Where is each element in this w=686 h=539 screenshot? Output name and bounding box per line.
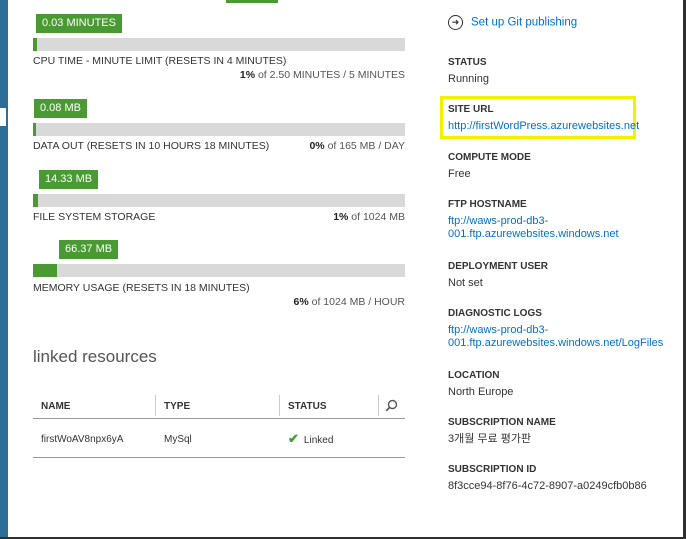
metric-cpu-time: 0.03 MINUTES CPU TIME - MINUTE LIMIT (RE… (33, 14, 405, 84)
column-header-status[interactable]: STATUS (288, 401, 327, 412)
property-deployment-user: DEPLOYMENT USER Not set (448, 261, 548, 290)
column-divider (155, 395, 156, 416)
property-key: SUBSCRIPTION NAME (448, 417, 556, 428)
metric-cpu-qualifier: (RESETS IN 4 MINUTES) (165, 55, 287, 67)
column-divider (378, 395, 379, 416)
metric-storage-label: FILE SYSTEM STORAGE (33, 211, 155, 223)
metric-memory-track (33, 264, 405, 277)
metric-storage-percent: 1% (333, 211, 349, 223)
metric-data-label-text: DATA OUT (33, 140, 84, 152)
metric-file-storage: 14.33 MB FILE SYSTEM STORAGE 1% of 1024 … (33, 170, 405, 230)
ftp-hostname-line-2: 001.ftp.azurewebsites.windows.net (448, 228, 619, 240)
property-compute-mode: COMPUTE MODE Free (448, 152, 531, 181)
linked-resources-title: linked resources (33, 347, 157, 366)
column-header-type[interactable]: TYPE (164, 401, 190, 412)
table-header: NAME TYPE STATUS (33, 393, 405, 419)
metric-data-bubble: 0.08 MB (34, 99, 87, 118)
site-url-link[interactable]: http://firstWordPress.azurewebsites.net (448, 120, 639, 133)
metric-data-percent: 0% (309, 140, 325, 152)
metric-data-track (33, 123, 405, 136)
arrow-right-circle-icon: ➜ (448, 15, 463, 30)
metric-memory-label-text: MEMORY USAGE (33, 282, 120, 294)
metric-cpu-bubble: 0.03 MINUTES (36, 14, 122, 33)
metric-cpu-label-text: CPU TIME - MINUTE LIMIT (33, 55, 163, 67)
metric-cpu-percent: 1% (239, 69, 256, 81)
property-value: North Europe (448, 386, 514, 398)
diagnostic-logs-line-1: ftp://waws-prod-db3- (448, 324, 549, 336)
row-name: firstWoAV8npx6yA (41, 434, 124, 445)
metric-cpu-label: CPU TIME - MINUTE LIMIT (RESETS IN 4 MIN… (33, 55, 286, 67)
metric-storage-fill (33, 194, 38, 207)
metric-data-qualifier: (RESETS IN 10 HOURS 18 MINUTES) (86, 140, 270, 152)
property-key: SITE URL (448, 104, 494, 115)
property-status: STATUS Running (448, 57, 489, 86)
property-key: DIAGNOSTIC LOGS (448, 308, 542, 319)
property-key: STATUS (448, 57, 487, 68)
metric-storage-track (33, 194, 405, 207)
property-value: 3개월 무료 평가판 (448, 433, 532, 445)
property-key: FTP HOSTNAME (448, 199, 527, 210)
property-value: Running (448, 73, 489, 85)
check-icon: ✔ (288, 431, 299, 446)
metric-cpu-usage: of 2.50 MINUTES / 5 MINUTES (255, 69, 405, 81)
metric-memory-usage: 66.37 MB MEMORY USAGE (RESETS IN 18 MINU… (33, 240, 405, 310)
metric-storage-value: 1% of 1024 MB (333, 211, 405, 223)
metric-data-fill (33, 123, 36, 136)
property-location: LOCATION North Europe (448, 370, 513, 399)
ftp-hostname-line-1: ftp://waws-prod-db3- (448, 215, 549, 227)
metric-storage-usage: of 1024 MB (348, 211, 405, 223)
metric-memory-fill (33, 264, 57, 277)
column-divider (279, 395, 280, 416)
metric-memory-qualifier: (RESETS IN 18 MINUTES) (122, 282, 250, 294)
linked-resources-table: NAME TYPE STATUS firstWoAV8npx6yA MySql … (33, 393, 405, 458)
row-status: ✔ Linked (288, 431, 333, 447)
table-row[interactable]: firstWoAV8npx6yA MySql ✔ Linked (33, 419, 405, 458)
ftp-hostname-link[interactable]: ftp://waws-prod-db3- 001.ftp.azurewebsite… (448, 215, 619, 241)
metric-data-label: DATA OUT (RESETS IN 10 HOURS 18 MINUTES) (33, 140, 269, 152)
row-status-text: Linked (303, 435, 334, 446)
metric-memory-bubble: 66.37 MB (59, 240, 119, 259)
left-blade-notch (0, 108, 6, 126)
property-ftp-hostname: FTP HOSTNAME ftp://waws-prod-db3- 001.ftp… (448, 199, 619, 241)
property-value: 8f3cce94-8f76-4c72-8907-a0249cfb0b86 (448, 480, 647, 492)
metric-memory-percent: 6% (293, 296, 309, 308)
diagnostic-logs-line-2: 001.ftp.azurewebsites.windows.net/LogFil… (448, 337, 664, 349)
metric-cpu-value: 1% of 2.50 MINUTES / 5 MINUTES (240, 69, 405, 81)
metric-cpu-fill (33, 38, 37, 51)
property-key: COMPUTE MODE (448, 152, 531, 163)
setup-git-label: Set up Git publishing (471, 16, 578, 29)
property-subscription-name: SUBSCRIPTION NAME 3개월 무료 평가판 (448, 417, 556, 446)
property-value: Free (448, 168, 471, 180)
metric-data-out: 0.08 MB DATA OUT (RESETS IN 10 HOURS 18 … (33, 99, 405, 159)
metric-memory-label: MEMORY USAGE (RESETS IN 18 MINUTES) (33, 282, 250, 294)
metric-data-value: 0% of 165 MB / DAY (309, 140, 405, 152)
property-value: Not set (448, 277, 483, 289)
row-type: MySql (164, 434, 192, 445)
metric-storage-label-text: FILE SYSTEM STORAGE (33, 211, 156, 223)
property-key: SUBSCRIPTION ID (448, 464, 537, 475)
search-icon[interactable] (385, 399, 398, 412)
property-diagnostic-logs: DIAGNOSTIC LOGS ftp://waws-prod-db3- 001.… (448, 308, 663, 350)
top-accent-bar (226, 0, 278, 3)
property-key: DEPLOYMENT USER (448, 261, 549, 272)
diagnostic-logs-link[interactable]: ftp://waws-prod-db3- 001.ftp.azurewebsite… (448, 324, 663, 350)
metric-storage-bubble: 14.33 MB (39, 170, 99, 189)
metric-memory-value: 6% of 1024 MB / HOUR (294, 296, 405, 308)
metric-cpu-track (33, 38, 405, 51)
property-site-url: SITE URL http://firstWordPress.azurewebs… (448, 104, 639, 133)
setup-git-link[interactable]: ➜ Set up Git publishing (448, 15, 577, 30)
left-blade-strip (0, 0, 8, 539)
property-key: LOCATION (448, 370, 500, 381)
column-header-name[interactable]: NAME (41, 401, 70, 412)
metric-data-usage: of 165 MB / DAY (324, 140, 405, 152)
property-subscription-id: SUBSCRIPTION ID 8f3cce94-8f76-4c72-8907-… (448, 464, 647, 493)
metric-memory-usage: of 1024 MB / HOUR (308, 296, 405, 308)
